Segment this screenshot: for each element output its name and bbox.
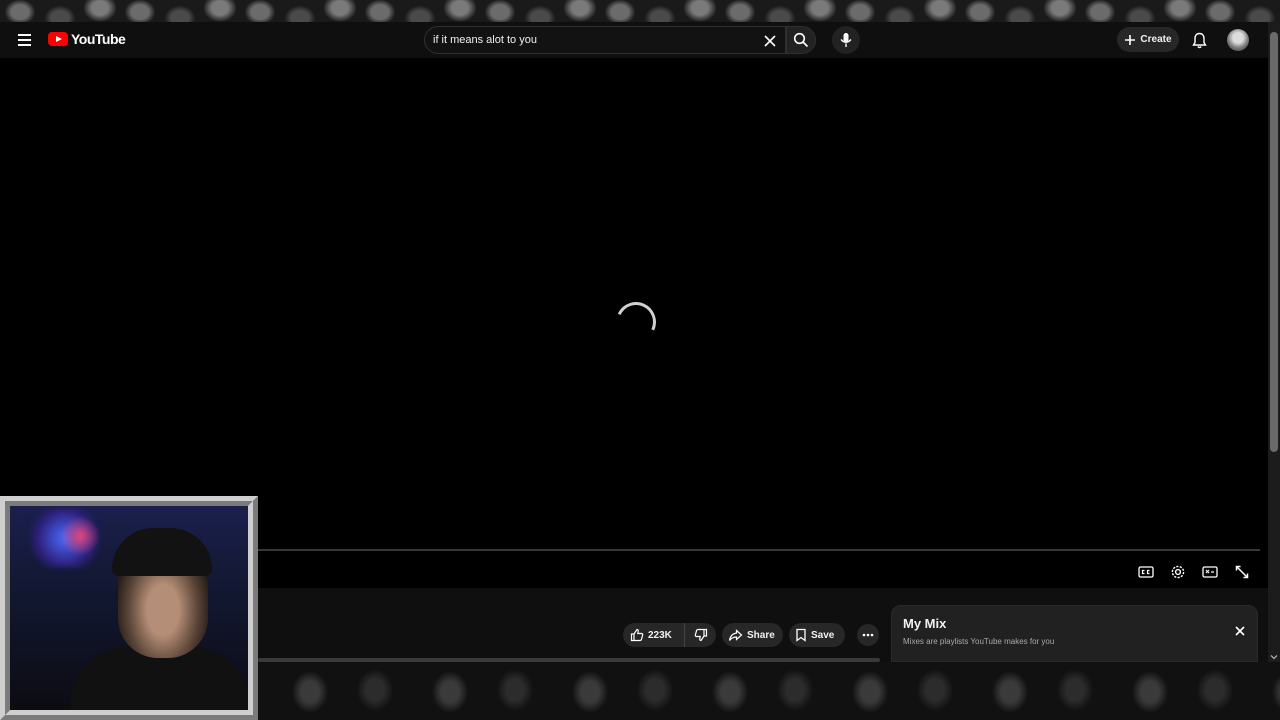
- share-icon: [728, 628, 743, 641]
- search-box: [424, 26, 786, 54]
- search-icon: [793, 32, 809, 48]
- subtitles-button[interactable]: [1134, 560, 1158, 584]
- webcam-overlay: [0, 496, 258, 720]
- miniplayer-icon: [1202, 566, 1218, 578]
- create-button[interactable]: Create: [1117, 27, 1179, 52]
- fullscreen-button[interactable]: [1230, 560, 1254, 584]
- more-horizontal-icon: [862, 633, 874, 637]
- closed-captions-icon: [1138, 566, 1154, 578]
- search-button[interactable]: [786, 26, 816, 54]
- masthead: YouTube Create: [0, 22, 1268, 58]
- create-label: Create: [1140, 34, 1172, 45]
- webcam-accent-light: [60, 516, 100, 556]
- skull-background-top: [0, 0, 1280, 22]
- microphone-icon: [840, 33, 852, 47]
- miniplayer-button[interactable]: [1198, 560, 1222, 584]
- more-actions-button[interactable]: [857, 624, 879, 646]
- my-mix-panel: My Mix Mixes are playlists YouTube makes…: [891, 605, 1258, 667]
- save-label: Save: [811, 629, 835, 641]
- youtube-logo[interactable]: YouTube: [48, 31, 126, 47]
- clear-search-icon[interactable]: [761, 32, 779, 50]
- save-button[interactable]: Save: [789, 623, 845, 647]
- loading-spinner-icon: [610, 296, 662, 348]
- page-scrollbar[interactable]: [1268, 22, 1280, 662]
- menu-icon[interactable]: [12, 28, 36, 52]
- search-input[interactable]: [433, 31, 753, 49]
- fullscreen-icon: [1235, 565, 1249, 579]
- thumbs-up-icon: [630, 628, 644, 642]
- notifications-button[interactable]: [1188, 28, 1210, 52]
- logo-text: YouTube: [71, 31, 126, 47]
- share-label: Share: [747, 629, 775, 641]
- like-dislike-group: 223K: [623, 623, 716, 647]
- mix-title: My Mix: [903, 616, 947, 631]
- gear-icon: [1171, 565, 1185, 579]
- avatar[interactable]: [1227, 29, 1249, 51]
- webcam-person-beanie: [112, 528, 212, 576]
- mix-subtitle: Mixes are playlists YouTube makes for yo…: [903, 637, 1055, 646]
- plus-icon: [1125, 34, 1136, 45]
- bookmark-icon: [796, 628, 806, 642]
- dislike-button[interactable]: [685, 623, 716, 647]
- settings-button[interactable]: [1166, 560, 1190, 584]
- bell-icon: [1191, 32, 1207, 48]
- scrollbar-thumb[interactable]: [1270, 32, 1278, 452]
- scroll-down-arrow-icon[interactable]: [1268, 650, 1280, 662]
- thumbs-down-icon: [694, 628, 707, 642]
- like-button[interactable]: 223K: [623, 623, 685, 647]
- voice-search-button[interactable]: [832, 26, 860, 54]
- like-count: 223K: [648, 629, 672, 641]
- youtube-play-icon: [48, 32, 68, 46]
- app-root: YouTube Create: [0, 0, 1280, 720]
- share-button[interactable]: Share: [722, 623, 783, 647]
- close-mix-icon[interactable]: [1232, 623, 1248, 639]
